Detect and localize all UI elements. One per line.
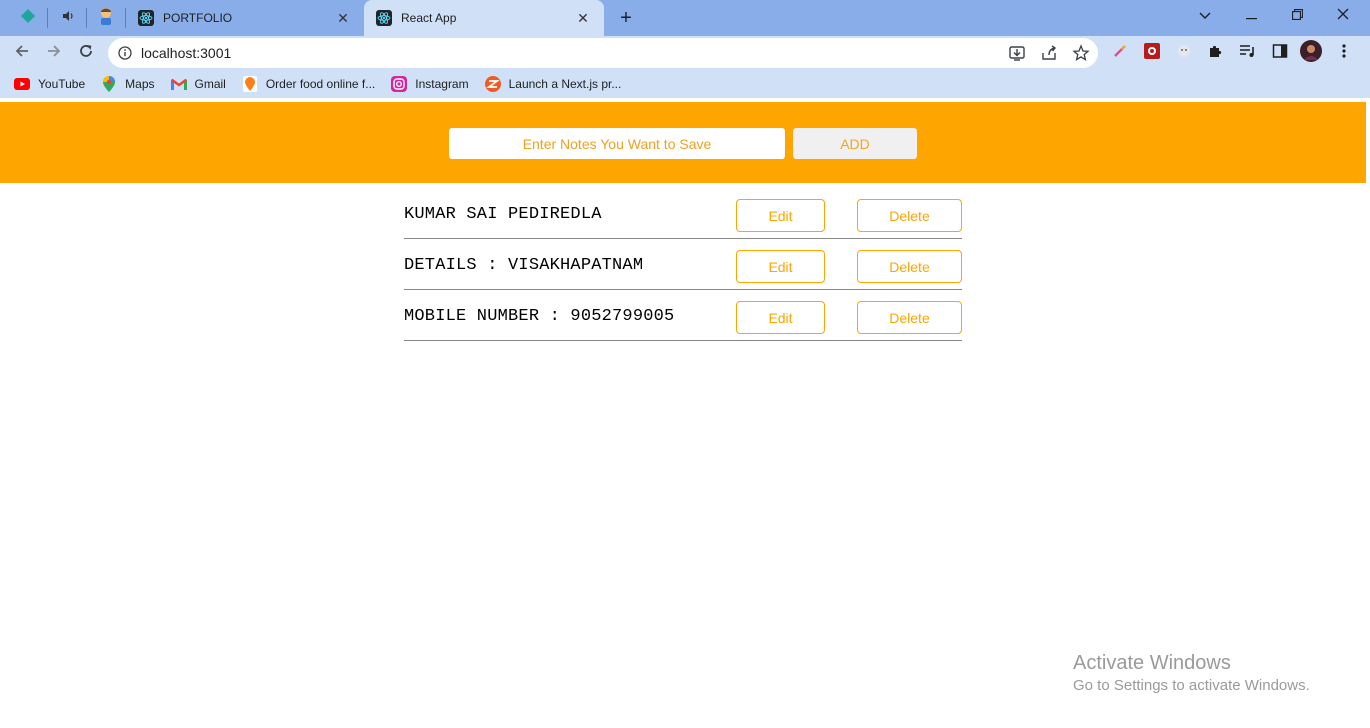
speaker-icon bbox=[61, 9, 75, 28]
note-input[interactable] bbox=[449, 128, 785, 159]
minimize-icon bbox=[1245, 8, 1257, 23]
note-text: MOBILE NUMBER : 9052799005 bbox=[404, 307, 675, 326]
extension-color-picker[interactable] bbox=[1109, 42, 1131, 64]
star-icon[interactable] bbox=[1072, 44, 1090, 62]
extension-puzzle-red[interactable] bbox=[1141, 42, 1163, 64]
close-icon[interactable]: ✕ bbox=[334, 9, 352, 27]
share-icon[interactable] bbox=[1040, 44, 1058, 62]
browser-toolbar: localhost:3001 bbox=[0, 36, 1370, 70]
react-icon bbox=[376, 10, 392, 26]
bookmark-gmail[interactable]: Gmail bbox=[170, 76, 226, 92]
gmail-icon bbox=[170, 76, 187, 92]
edit-button[interactable]: Edit bbox=[736, 199, 825, 232]
instagram-icon bbox=[391, 76, 408, 92]
side-panel-button[interactable] bbox=[1269, 42, 1291, 64]
bookmark-nextjs[interactable]: Launch a Next.js pr... bbox=[484, 76, 622, 92]
puzzle-icon bbox=[1208, 43, 1224, 64]
close-icon[interactable]: ✕ bbox=[574, 9, 592, 27]
delete-button[interactable]: Delete bbox=[857, 250, 962, 283]
new-tab-button[interactable]: + bbox=[613, 6, 639, 30]
watermark-subtitle: Go to Settings to activate Windows. bbox=[1073, 677, 1310, 694]
pinned-tab-diamond[interactable] bbox=[10, 5, 46, 31]
restore-button[interactable] bbox=[1274, 0, 1320, 30]
note-row: KUMAR SAI PEDIREDLA Edit Delete bbox=[404, 188, 962, 239]
avatar-icon bbox=[98, 7, 114, 30]
bookmark-label: Order food online f... bbox=[265, 77, 376, 91]
bookmark-label: YouTube bbox=[38, 77, 86, 91]
arrow-right-icon bbox=[46, 43, 62, 64]
note-text: KUMAR SAI PEDIREDLA bbox=[404, 205, 602, 224]
note-entry-header: ADD bbox=[0, 102, 1366, 183]
windows-activation-watermark: Activate Windows Go to Settings to activ… bbox=[1073, 651, 1310, 696]
address-bar-actions bbox=[1008, 44, 1090, 62]
swiggy-icon bbox=[242, 76, 258, 92]
zeet-icon bbox=[484, 76, 501, 92]
url-text[interactable]: localhost:3001 bbox=[141, 45, 231, 61]
media-controls-button[interactable] bbox=[1237, 42, 1259, 64]
note-text: DETAILS : VISAKHAPATNAM bbox=[404, 256, 644, 275]
forward-button[interactable] bbox=[41, 40, 67, 66]
pinned-tab-audio[interactable] bbox=[50, 5, 86, 31]
tab-react-app[interactable]: React App ✕ bbox=[364, 0, 604, 36]
eyedropper-icon bbox=[1112, 43, 1128, 64]
minimize-button[interactable] bbox=[1228, 0, 1274, 30]
info-icon[interactable] bbox=[118, 46, 132, 60]
back-button[interactable] bbox=[9, 40, 35, 66]
maps-icon bbox=[101, 76, 117, 92]
diamond-app-icon bbox=[20, 8, 36, 29]
note-row: MOBILE NUMBER : 9052799005 Edit Delete bbox=[404, 290, 962, 341]
menu-button[interactable] bbox=[1333, 42, 1355, 64]
tab-separator bbox=[47, 8, 48, 28]
close-icon bbox=[1337, 8, 1349, 23]
tab-strip: PORTFOLIO ✕ React App ✕ + bbox=[0, 0, 1370, 36]
bookmark-label: Gmail bbox=[194, 77, 226, 91]
bookmark-maps[interactable]: Maps bbox=[101, 76, 155, 92]
restore-icon bbox=[1291, 8, 1303, 23]
pinned-tab-avatar[interactable] bbox=[88, 5, 124, 31]
chevron-down-icon bbox=[1199, 8, 1211, 23]
close-window-button[interactable] bbox=[1320, 0, 1366, 30]
react-icon bbox=[138, 10, 154, 26]
bookmark-label: Maps bbox=[125, 77, 155, 91]
tab-separator bbox=[86, 8, 87, 28]
avatar bbox=[1300, 39, 1322, 67]
reload-button[interactable] bbox=[73, 40, 99, 66]
arrow-left-icon bbox=[14, 43, 30, 64]
add-button[interactable]: ADD bbox=[793, 128, 917, 159]
edit-button[interactable]: Edit bbox=[736, 250, 825, 283]
note-row: DETAILS : VISAKHAPATNAM Edit Delete bbox=[404, 239, 962, 290]
profile-button[interactable] bbox=[1300, 39, 1322, 67]
more-vert-icon bbox=[1342, 43, 1346, 64]
tab-search-button[interactable] bbox=[1182, 0, 1228, 30]
tab-title: React App bbox=[401, 11, 457, 25]
delete-button[interactable]: Delete bbox=[857, 301, 962, 334]
ghost-icon bbox=[1176, 43, 1192, 64]
tab-portfolio[interactable]: PORTFOLIO ✕ bbox=[126, 0, 364, 36]
puzzle-app-icon bbox=[1143, 42, 1161, 65]
tab-title: PORTFOLIO bbox=[163, 11, 233, 25]
bookmark-youtube[interactable]: YouTube bbox=[14, 76, 85, 92]
bookmark-instagram[interactable]: Instagram bbox=[391, 76, 469, 92]
bookmark-label: Launch a Next.js pr... bbox=[508, 77, 622, 91]
note-list: KUMAR SAI PEDIREDLA Edit Delete DETAILS … bbox=[404, 188, 962, 341]
edit-button[interactable]: Edit bbox=[736, 301, 825, 334]
playlist-icon bbox=[1239, 43, 1257, 64]
bookmark-label: Instagram bbox=[415, 77, 469, 91]
bookmarks-bar: YouTube Maps Gmail Order food online f..… bbox=[0, 70, 1370, 98]
install-icon[interactable] bbox=[1008, 44, 1026, 62]
reload-icon bbox=[78, 43, 94, 64]
side-panel-icon bbox=[1272, 43, 1288, 64]
address-bar[interactable]: localhost:3001 bbox=[108, 38, 1098, 68]
watermark-title: Activate Windows bbox=[1073, 652, 1231, 674]
bookmark-swiggy[interactable]: Order food online f... bbox=[242, 76, 375, 92]
delete-button[interactable]: Delete bbox=[857, 199, 962, 232]
extensions-button[interactable] bbox=[1205, 42, 1227, 64]
extension-ghost[interactable] bbox=[1173, 42, 1195, 64]
youtube-icon bbox=[14, 76, 30, 92]
